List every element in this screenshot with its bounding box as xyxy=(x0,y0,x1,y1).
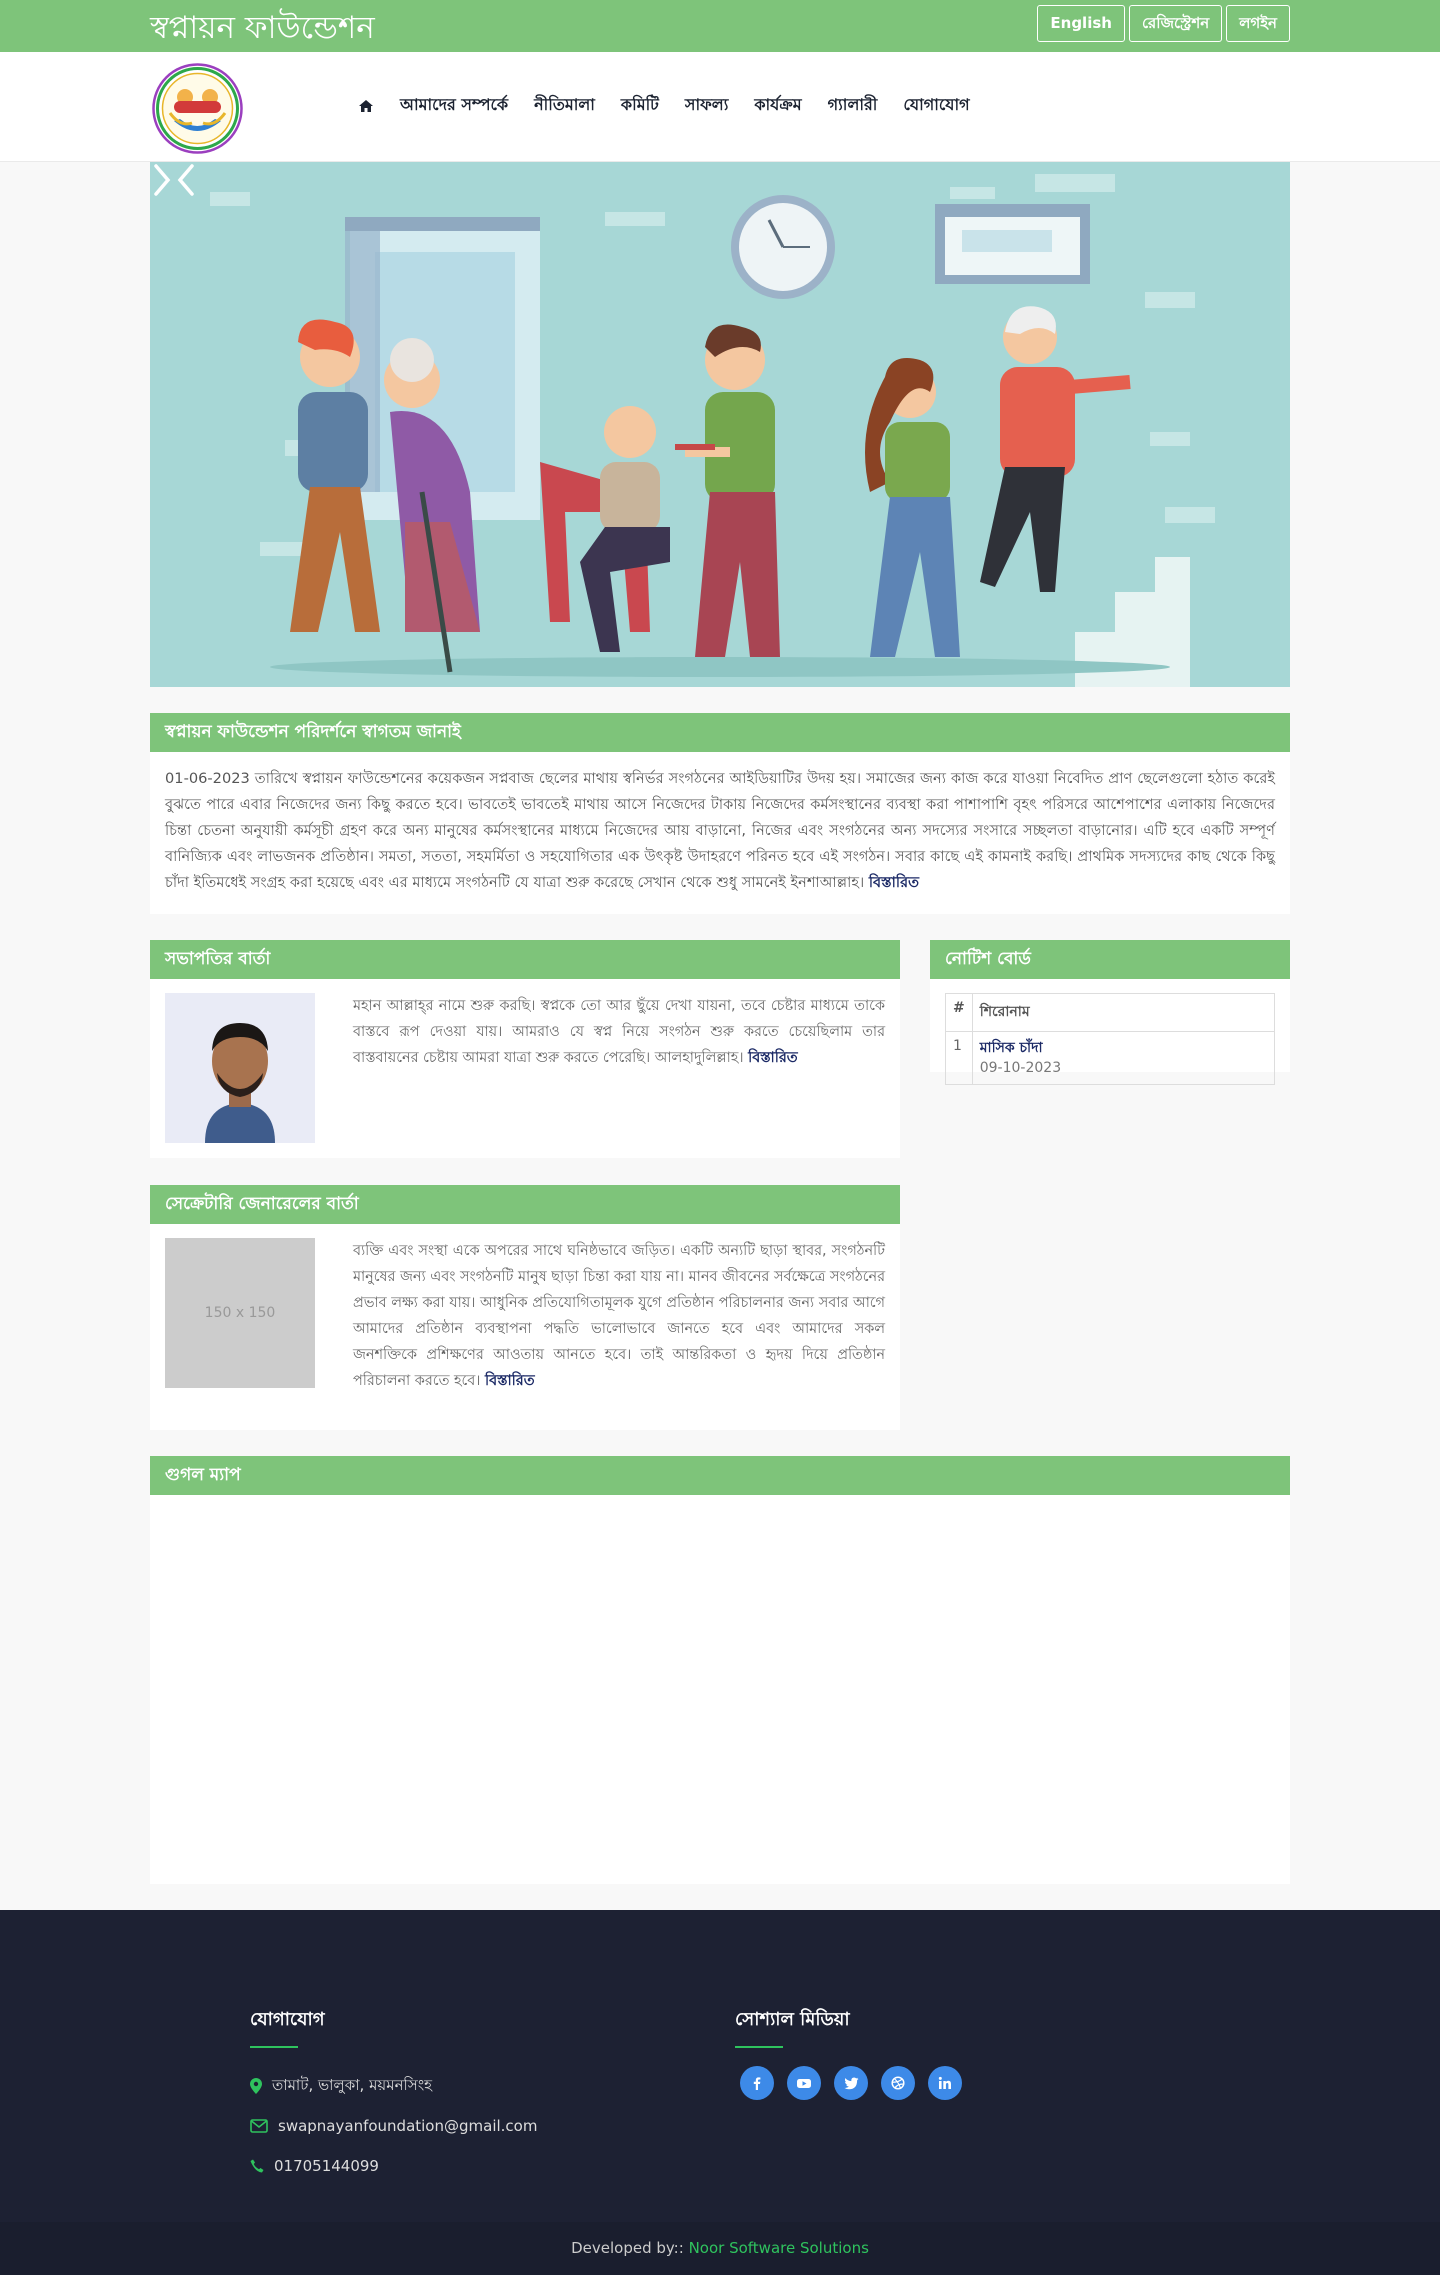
twitter-icon[interactable] xyxy=(834,2066,868,2100)
welcome-text: 01-06-2023 তারিখে স্বপ্নায়ন ফাউন্ডেশনের… xyxy=(165,770,1275,891)
footer-contact: যোগাযোগ তামাট, ভালুকা, ময়মনসিংহ swapnay… xyxy=(250,2005,537,2186)
notice-row-date: 09-10-2023 xyxy=(979,1060,1062,1076)
logo[interactable] xyxy=(152,63,243,154)
credit-prefix: Developed by:: xyxy=(571,2239,689,2257)
footer-address-row: তামাট, ভালুকা, ময়মনসিংহ xyxy=(250,2066,537,2106)
site-title[interactable]: স্বপ্নায়ন ফাউন্ডেশন xyxy=(150,4,375,56)
linkedin-icon[interactable] xyxy=(928,2066,962,2100)
welcome-more-link[interactable]: বিস্তারিত xyxy=(869,874,919,891)
map-title: গুগল ম্যাপ xyxy=(150,1456,1290,1495)
footer-phone-row: 01705144099 xyxy=(250,2146,537,2186)
top-buttons: English রেজিস্ট্রেশন লগইন xyxy=(1037,5,1290,42)
nav-item-activities[interactable]: কার্যক্রম xyxy=(754,92,801,119)
notice-table-header: # শিরোনাম xyxy=(945,993,1276,1032)
notice-title: নোটিশ বোর্ড xyxy=(930,940,1290,979)
secretary-more-link[interactable]: বিস্তারিত xyxy=(485,1373,534,1389)
notice-row-number: 1 xyxy=(945,1031,973,1085)
notice-col-number: # xyxy=(945,993,973,1032)
welcome-body: 01-06-2023 তারিখে স্বপ্নায়ন ফাউন্ডেশনের… xyxy=(150,752,1290,910)
footer-email[interactable]: swapnayanfoundation@gmail.com xyxy=(278,2117,537,2135)
footer-social: সোশ্যাল মিডিয়া xyxy=(735,2005,962,2100)
president-text-wrap: মহান আল্লাহ্‌র নামে শুরু করছি। স্বপ্নকে … xyxy=(353,993,885,1143)
welcome-title: স্বপ্নায়ন ফাউন্ডেশন পরিদর্শনে স্বাগতম জ… xyxy=(150,713,1290,752)
footer: যোগাযোগ তামাট, ভালুকা, ময়মনসিংহ swapnay… xyxy=(0,1910,1440,2222)
chevron-left-icon[interactable] xyxy=(174,162,198,198)
nav-menu: আমাদের সম্পর্কে নীতিমালা কমিটি সাফল্য কা… xyxy=(358,92,996,119)
president-text: মহান আল্লাহ্‌র নামে শুরু করছি। স্বপ্নকে … xyxy=(353,998,885,1066)
chevron-right-icon[interactable] xyxy=(150,162,174,198)
registration-button[interactable]: রেজিস্ট্রেশন xyxy=(1128,5,1223,42)
google-map-panel: গুগল ম্যাপ xyxy=(150,1456,1290,1884)
secretary-photo-placeholder: 150 x 150 xyxy=(165,1238,315,1388)
president-photo xyxy=(165,993,315,1143)
youtube-icon[interactable] xyxy=(787,2066,821,2100)
nav-item-gallery[interactable]: গ্যালারী xyxy=(828,92,878,119)
footer-phone[interactable]: 01705144099 xyxy=(274,2157,379,2175)
footer-email-row: swapnayanfoundation@gmail.com xyxy=(250,2106,537,2146)
login-button[interactable]: লগইন xyxy=(1226,5,1290,42)
phone-icon xyxy=(250,2159,264,2173)
secretary-body: 150 x 150 ব্যক্তি এবং সংস্থা একে অপরের স… xyxy=(150,1224,900,1408)
nav-item-about[interactable]: আমাদের সম্পর্কে xyxy=(400,92,508,119)
president-title: সভাপতির বার্তা xyxy=(150,940,900,979)
credit-link[interactable]: Noor Software Solutions xyxy=(689,2239,869,2257)
english-button[interactable]: English xyxy=(1037,5,1125,42)
notice-board-panel: নোটিশ বোর্ড # শিরোনাম 1 মাসিক চাঁদা 09-1… xyxy=(930,940,1290,1085)
footer-social-title: সোশ্যাল মিডিয়া xyxy=(735,2009,850,2030)
top-bar: স্বপ্নায়ন ফাউন্ডেশন English রেজিস্ট্রেশ… xyxy=(0,0,1440,52)
map-marker-icon xyxy=(250,2078,262,2094)
slider-illustration xyxy=(150,162,1290,687)
nav-item-contact[interactable]: যোগাযোগ xyxy=(903,92,969,119)
secretary-text: ব্যক্তি এবং সংস্থা একে অপরের সাথে ঘনিষ্ঠ… xyxy=(353,1243,885,1389)
footer-divider xyxy=(250,2046,298,2048)
secretary-title: সেক্রেটারি জেনারেলের বার্তা xyxy=(150,1185,900,1224)
notice-col-title: শিরোনাম xyxy=(971,993,1276,1032)
president-body: মহান আল্লাহ্‌র নামে শুরু করছি। স্বপ্নকে … xyxy=(150,979,900,1157)
map-frame[interactable] xyxy=(150,1495,1290,1884)
social-icon-list xyxy=(740,2066,962,2100)
developer-credit: Developed by:: Noor Software Solutions xyxy=(0,2222,1440,2275)
welcome-panel: স্বপ্নায়ন ফাউন্ডেশন পরিদর্শনে স্বাগতম জ… xyxy=(150,713,1290,914)
nav-item-committee[interactable]: কমিটি xyxy=(621,92,659,119)
notice-table: # শিরোনাম 1 মাসিক চাঁদা 09-10-2023 xyxy=(945,993,1276,1085)
footer-contact-title: যোগাযোগ xyxy=(250,2009,325,2030)
nav-item-success[interactable]: সাফল্য xyxy=(685,92,728,119)
table-row: 1 মাসিক চাঁদা 09-10-2023 xyxy=(945,1031,1276,1085)
facebook-icon[interactable] xyxy=(740,2066,774,2100)
hero-slider[interactable] xyxy=(150,162,1290,687)
president-message-panel: সভাপতির বার্তা মহান আল্লাহ্‌র নামে শুরু … xyxy=(150,940,900,1158)
notice-row-cell: মাসিক চাঁদা 09-10-2023 xyxy=(971,1031,1276,1085)
notice-row-title[interactable]: মাসিক চাঁদা xyxy=(980,1038,1267,1058)
secretary-message-panel: সেক্রেটারি জেনারেলের বার্তা 150 x 150 ব্… xyxy=(150,1185,900,1430)
footer-divider xyxy=(735,2046,783,2048)
home-icon[interactable] xyxy=(358,98,374,114)
main-navbar: আমাদের সম্পর্কে নীতিমালা কমিটি সাফল্য কা… xyxy=(0,52,1440,162)
secretary-text-wrap: ব্যক্তি এবং সংস্থা একে অপরের সাথে ঘনিষ্ঠ… xyxy=(353,1238,885,1394)
envelope-icon xyxy=(250,2119,268,2133)
president-more-link[interactable]: বিস্তারিত xyxy=(748,1050,797,1066)
nav-item-policy[interactable]: নীতিমালা xyxy=(534,92,595,119)
dribbble-icon[interactable] xyxy=(881,2066,915,2100)
footer-address: তামাট, ভালুকা, ময়মনসিংহ xyxy=(272,2075,433,2094)
